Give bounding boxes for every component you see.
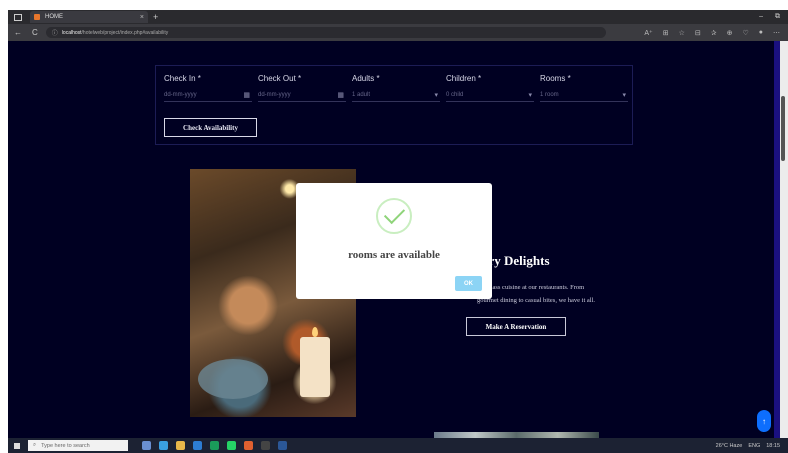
rooms-value: 1 room: [540, 92, 559, 98]
checkout-input[interactable]: dd-mm-yyyy ▦: [258, 92, 346, 102]
browser-toolbar: A⁺ ⊞ ☆ ⊟ ✰ ⊕ ♡ ● ⋯: [644, 29, 788, 37]
weather-text[interactable]: 26°C Haze: [716, 443, 743, 449]
browser-tab[interactable]: HOME ×: [30, 11, 148, 23]
adults-select[interactable]: 1 adult ▾: [352, 92, 440, 102]
chevron-down-icon: ▾: [434, 92, 438, 99]
clock-time[interactable]: 18:15: [766, 443, 780, 449]
store-icon[interactable]: [193, 441, 202, 450]
split-screen-icon[interactable]: ⊟: [695, 29, 701, 37]
favorites-icon[interactable]: ✰: [711, 29, 717, 37]
calendar-icon[interactable]: ▦: [243, 91, 250, 99]
checkin-field: Check In * dd-mm-yyyy ▦: [164, 74, 252, 102]
rooms-field: Rooms * 1 room ▾: [540, 74, 628, 102]
scrollbar[interactable]: [780, 41, 788, 438]
system-tray: 26°C Haze ENG 18:15: [716, 443, 788, 449]
ok-button[interactable]: OK: [455, 276, 482, 291]
availability-modal: rooms are available OK: [296, 183, 492, 299]
taskbar-search[interactable]: ⌕ Type here to search: [28, 440, 128, 451]
back-to-top-button[interactable]: ↑: [757, 410, 771, 432]
file-explorer-icon[interactable]: [176, 441, 185, 450]
window-controls: – ⧉: [759, 13, 788, 21]
url-host: localhost: [61, 29, 82, 36]
checkout-label: Check Out *: [258, 74, 302, 83]
whatsapp-icon[interactable]: [227, 441, 236, 450]
more-icon[interactable]: ⋯: [773, 29, 780, 37]
favorite-star-icon[interactable]: ☆: [679, 29, 685, 37]
windows-taskbar: ⌕ Type here to search 26°C Haze ENG 18:1…: [8, 438, 788, 453]
checkin-label: Check In *: [164, 74, 201, 83]
app-icon[interactable]: [244, 441, 253, 450]
favicon-icon: [34, 14, 40, 20]
chrome-icon[interactable]: [210, 441, 219, 450]
app-available-icon[interactable]: ⊞: [663, 29, 669, 37]
checkin-input[interactable]: dd-mm-yyyy ▦: [164, 92, 252, 102]
calendar-icon[interactable]: ▦: [337, 91, 344, 99]
chevron-down-icon: ▾: [528, 92, 532, 99]
adults-field: Adults * 1 adult ▾: [352, 74, 440, 102]
checkin-placeholder: dd-mm-yyyy: [164, 92, 197, 98]
new-tab-button[interactable]: +: [153, 12, 158, 22]
candle-flame-shape: [312, 327, 318, 337]
availability-form: Check In * dd-mm-yyyy ▦ Check Out * dd-mm…: [155, 65, 633, 145]
window-menu-icon[interactable]: [14, 13, 22, 21]
task-view-icon[interactable]: [142, 441, 151, 450]
rooms-label: Rooms *: [540, 74, 571, 83]
profile-icon[interactable]: ●: [759, 29, 763, 37]
children-value: 0 child: [446, 92, 464, 98]
minimize-button[interactable]: –: [759, 13, 763, 21]
check-availability-button[interactable]: Check Availability: [164, 118, 257, 137]
tab-close-icon[interactable]: ×: [140, 14, 144, 21]
tab-title: HOME: [45, 14, 63, 20]
candle-shape: [300, 337, 330, 397]
search-icon: ⌕: [33, 442, 37, 448]
restore-button[interactable]: ⧉: [775, 13, 780, 21]
health-icon[interactable]: ♡: [742, 29, 748, 37]
children-label: Children *: [446, 74, 482, 83]
address-bar-row: ← C ⓘ localhost /hotelweb/project/index.…: [8, 24, 788, 41]
taskbar-apps: [142, 441, 287, 450]
checkout-placeholder: dd-mm-yyyy: [258, 92, 291, 98]
back-button[interactable]: ←: [14, 28, 22, 37]
rooms-select[interactable]: 1 room ▾: [540, 92, 628, 102]
adults-label: Adults *: [352, 74, 380, 83]
success-check-icon: [376, 198, 412, 234]
checkout-field: Check Out * dd-mm-yyyy ▦: [258, 74, 346, 102]
children-select[interactable]: 0 child ▾: [446, 92, 534, 102]
edge-icon[interactable]: [159, 441, 168, 450]
windows-start-icon[interactable]: [14, 442, 20, 449]
browser-tab-bar: HOME × + – ⧉: [8, 10, 788, 24]
terminal-icon[interactable]: [261, 441, 270, 450]
language-indicator[interactable]: ENG: [748, 443, 760, 449]
modal-message: rooms are available: [348, 249, 440, 261]
word-icon[interactable]: [278, 441, 287, 450]
info-icon[interactable]: ⓘ: [52, 28, 58, 37]
adults-value: 1 adult: [352, 92, 371, 98]
chevron-down-icon: ▾: [622, 92, 626, 99]
make-reservation-button[interactable]: Make A Reservation: [466, 317, 566, 336]
url-path: /hotelweb/project/index.php#availability: [81, 29, 169, 36]
section-title: ary Delights: [482, 253, 550, 268]
url-field[interactable]: ⓘ localhost /hotelweb/project/index.php#…: [45, 27, 606, 38]
children-field: Children * 0 child ▾: [446, 74, 534, 102]
search-placeholder: Type here to search: [41, 442, 90, 449]
scrollbar-thumb[interactable]: [781, 96, 785, 161]
refresh-button[interactable]: C: [32, 28, 38, 37]
plate-shape: [198, 359, 268, 399]
read-aloud-icon[interactable]: A⁺: [644, 29, 652, 37]
collections-icon[interactable]: ⊕: [727, 29, 733, 37]
